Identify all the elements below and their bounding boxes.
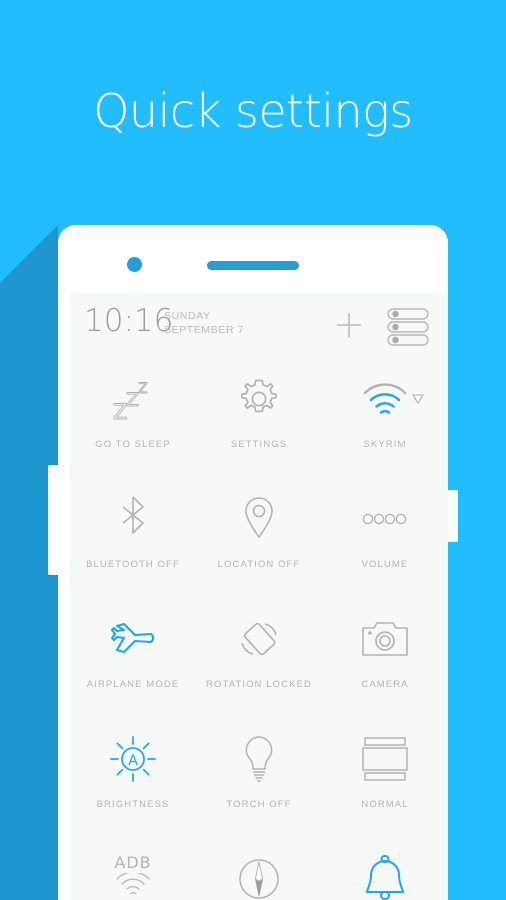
lightbulb-icon <box>233 733 285 785</box>
tile-wifi-skyrim[interactable]: SKYRIM <box>322 355 448 475</box>
tile-camera[interactable]: CAMERA <box>322 595 448 715</box>
tile-settings[interactable]: SETTINGS <box>196 355 322 475</box>
phone-mockup: 10:16 SUNDAY SEPTEMBER 7 Z Z Z GO TO SLE… <box>58 225 448 900</box>
tile-label: BLUETOOTH OFF <box>86 559 180 570</box>
phone-top-bezel <box>58 225 448 293</box>
tile-label: LOCATION OFF <box>217 559 301 570</box>
camera-icon <box>359 613 411 665</box>
tile-label: CAMERA <box>361 679 409 690</box>
tile-label: TORCH OFF <box>226 799 292 810</box>
tile-go-to-sleep[interactable]: Z Z Z GO TO SLEEP <box>70 355 196 475</box>
tile-volume[interactable]: VOLUME <box>322 475 448 595</box>
sleep-zzz-icon: Z Z Z <box>107 373 159 425</box>
brightness-auto-icon: A <box>107 733 159 785</box>
tile-torch[interactable]: TORCH OFF <box>196 715 322 835</box>
airplane-icon <box>107 613 159 665</box>
tile-airplane-mode[interactable]: AIRPLANE MODE <box>70 595 196 715</box>
clock-date-label: SEPTEMBER 7 <box>164 324 245 336</box>
svg-text:Z: Z <box>138 381 148 397</box>
earpiece-speaker-icon <box>207 261 299 270</box>
adb-label: ADB <box>114 853 152 872</box>
tile-label: SETTINGS <box>230 439 288 450</box>
tile-bluetooth[interactable]: BLUETOOTH OFF <box>70 475 196 595</box>
location-pin-icon <box>233 493 285 545</box>
page-title: Quick settings <box>93 84 413 138</box>
tile-notifications-bell[interactable] <box>322 835 448 900</box>
compass-icon <box>233 853 285 900</box>
bluetooth-icon <box>107 493 159 545</box>
chevron-down-icon[interactable] <box>412 391 424 405</box>
gear-icon <box>233 373 285 425</box>
tile-label: NORMAL <box>361 799 409 810</box>
plus-icon[interactable] <box>335 311 363 339</box>
volume-rocker-button[interactable] <box>48 465 59 575</box>
quick-settings-panel: 10:16 SUNDAY SEPTEMBER 7 Z Z Z GO TO SLE… <box>70 293 448 900</box>
wifi-icon <box>359 373 411 425</box>
clock-day-label: SUNDAY <box>164 310 211 322</box>
tile-rotation-lock[interactable]: ROTATION LOCKED <box>196 595 322 715</box>
tile-label: ROTATION LOCKED <box>206 679 312 690</box>
power-button[interactable] <box>448 490 458 542</box>
quick-settings-tile-grid: Z Z Z GO TO SLEEP SETTINGS SKYRIM BLUETO… <box>70 355 448 900</box>
tile-label: BRIGHTNESS <box>96 799 170 810</box>
tile-adb[interactable]: ADB <box>70 835 196 900</box>
svg-text:A: A <box>128 753 138 769</box>
tile-location[interactable]: LOCATION OFF <box>196 475 322 595</box>
tile-label: GO TO SLEEP <box>95 439 171 450</box>
quick-settings-header: 10:16 SUNDAY SEPTEMBER 7 <box>70 293 448 355</box>
tile-compass[interactable] <box>196 835 322 900</box>
rotation-lock-icon <box>233 613 285 665</box>
bell-icon <box>359 853 411 900</box>
clock-time: 10:16 <box>84 303 174 339</box>
tile-label: VOLUME <box>361 559 409 570</box>
tile-label: AIRPLANE MODE <box>86 679 180 690</box>
tile-label: SKYRIM <box>363 439 407 450</box>
clock-date: SUNDAY SEPTEMBER 7 <box>164 309 244 337</box>
front-camera-icon <box>127 257 142 272</box>
screen-layout-icon <box>359 733 411 785</box>
app-screenshot: Quick settings 10:16 SUNDAY SEPTEMBER 7 <box>0 0 506 900</box>
sliders-rows-icon[interactable] <box>382 307 434 347</box>
tile-brightness[interactable]: A BRIGHTNESS <box>70 715 196 835</box>
tile-normal-screen[interactable]: NORMAL <box>322 715 448 835</box>
volume-dots-icon <box>359 493 411 545</box>
adb-wifi-icon: ADB <box>107 853 159 900</box>
